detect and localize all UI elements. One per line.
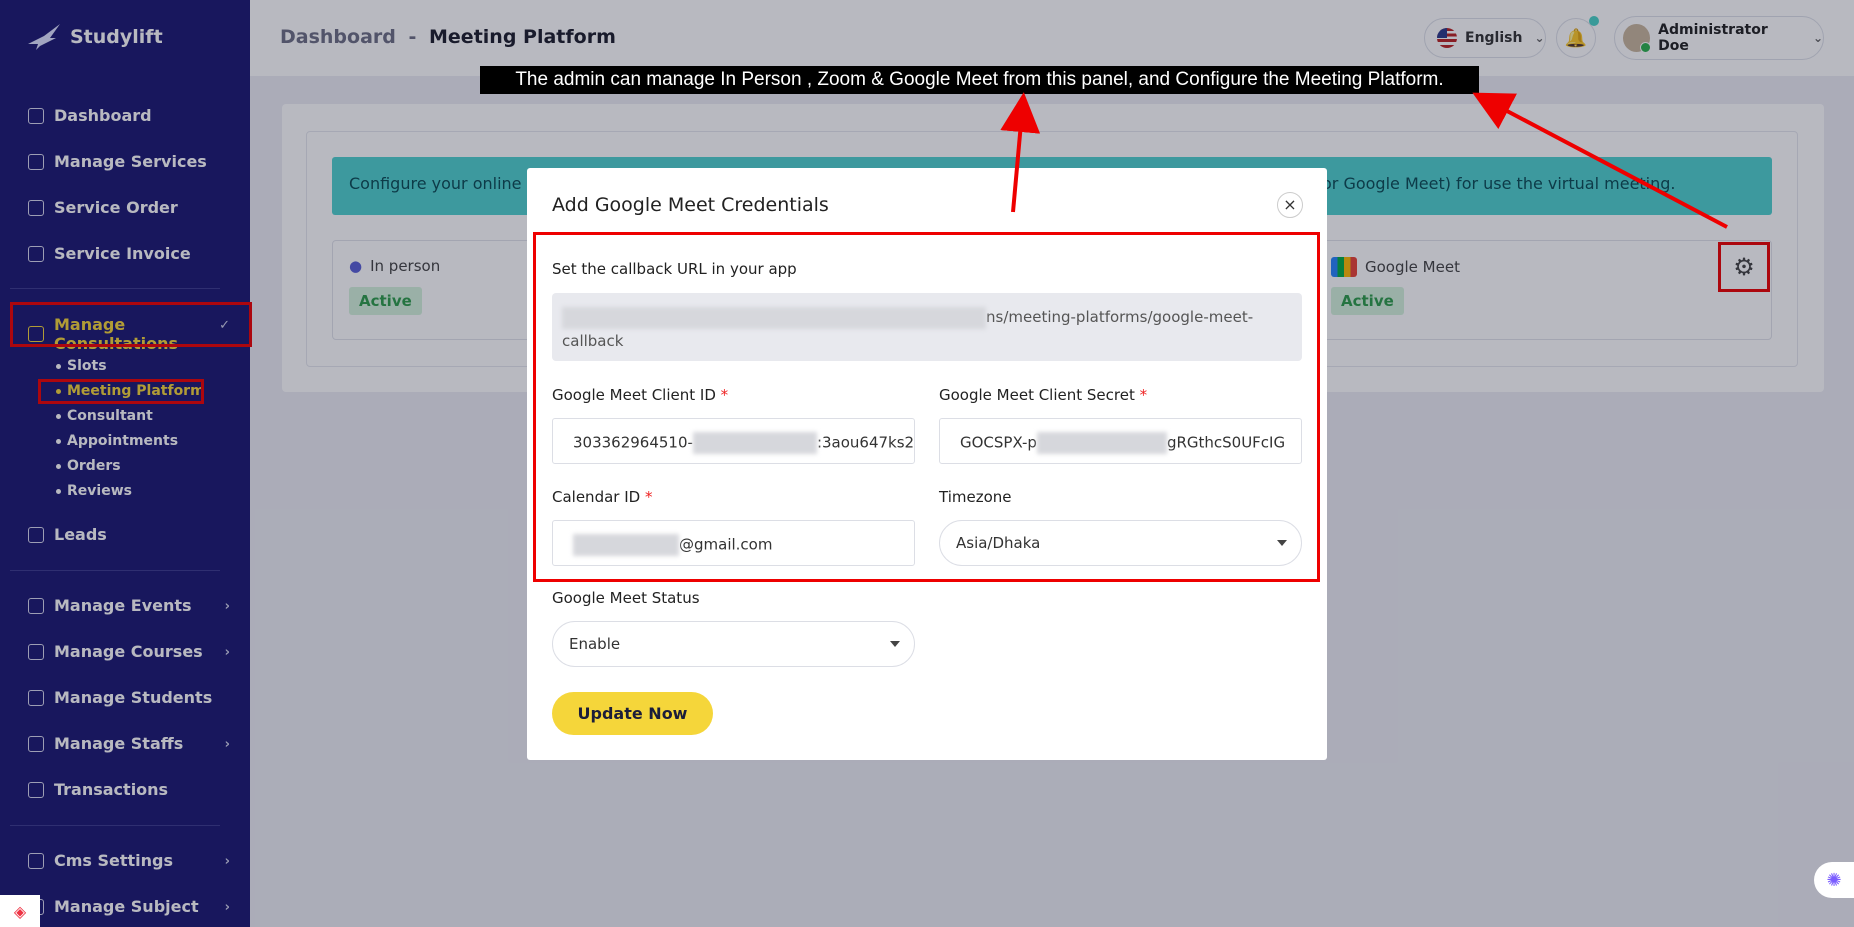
arrow-to-tooltip	[1472, 92, 1728, 229]
arrow-up	[1000, 92, 1041, 213]
annotation-arrows	[1000, 92, 1728, 229]
laravel-debug-icon[interactable]: ◈	[0, 895, 40, 927]
brain-icon: ✺	[1826, 869, 1842, 891]
assistant-brain-button[interactable]: ✺	[1814, 862, 1854, 898]
